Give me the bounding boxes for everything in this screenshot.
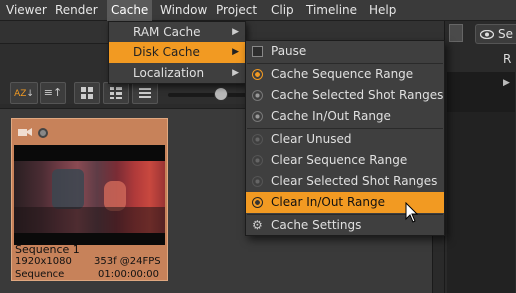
menu-help[interactable]: Help	[365, 0, 400, 21]
view-grid-button[interactable]	[74, 82, 100, 104]
menu-item-label: Pause	[271, 44, 307, 58]
menu-item-clear-unused[interactable]: Clear Unused	[246, 129, 444, 150]
clear-icon	[252, 197, 263, 208]
menu-item-label: RAM Cache	[133, 25, 201, 39]
menu-clip[interactable]: Clip	[267, 0, 298, 21]
menu-item-label: Cache Selected Shot Ranges	[271, 88, 444, 102]
right-panel: Se R ▶	[444, 21, 516, 293]
menu-item-localization[interactable]: Localization ▶	[109, 63, 245, 84]
sort-list-icon: ≡↑	[43, 86, 63, 99]
grid-icon	[81, 87, 93, 99]
panel-body	[447, 112, 515, 293]
checkbox-icon[interactable]	[252, 46, 263, 57]
submenu-arrow-icon: ▶	[232, 27, 239, 37]
gear-icon: ⚙	[252, 218, 263, 232]
clip-frames-fps: 353f @24FPS	[94, 256, 161, 267]
slider-knob[interactable]	[214, 87, 228, 101]
menu-viewer[interactable]: Viewer	[2, 0, 51, 21]
clip-item[interactable]: Sequence 1 1920x1080 353f @24FPS Sequenc…	[11, 118, 168, 281]
eye-icon	[480, 30, 494, 39]
detail-list-icon	[110, 87, 122, 99]
menu-cache[interactable]: Cache	[107, 0, 153, 21]
menu-item-cache-sequence-range[interactable]: Cache Sequence Range	[246, 64, 444, 85]
menu-item-label: Clear Unused	[271, 132, 352, 146]
menu-timeline[interactable]: Timeline	[302, 0, 361, 21]
menu-item-pause[interactable]: Pause	[246, 41, 444, 62]
clear-icon	[252, 155, 263, 166]
menu-bar: Viewer Render Cache Window Project Clip …	[0, 0, 516, 21]
cache-menu: RAM Cache ▶ Disk Cache ▶ Localization ▶	[108, 21, 246, 84]
thumbnail-size-slider[interactable]	[168, 93, 248, 97]
view-list-button[interactable]	[132, 82, 158, 104]
menu-item-label: Localization	[133, 66, 205, 80]
menu-item-ram-cache[interactable]: RAM Cache ▶	[109, 22, 245, 43]
cache-icon	[252, 90, 263, 101]
cache-active-icon	[252, 69, 263, 80]
sort-order-button[interactable]: ≡↑	[40, 82, 66, 104]
clip-thumbnail	[14, 161, 165, 233]
tab-sequence[interactable]: Se	[475, 24, 516, 44]
sort-az-button[interactable]: AZ↓	[10, 82, 38, 104]
menu-project[interactable]: Project	[212, 0, 261, 21]
menu-item-cache-selected-shot-ranges[interactable]: Cache Selected Shot Ranges	[246, 85, 444, 106]
clip-timecode: 01:00:00:00	[98, 269, 160, 280]
menu-item-label: Disk Cache	[133, 45, 200, 59]
menu-item-disk-cache[interactable]: Disk Cache ▶	[109, 42, 245, 63]
video-icon	[18, 128, 32, 136]
menu-item-label: Cache Settings	[271, 218, 362, 232]
menu-item-label: Clear Selected Shot Ranges	[271, 174, 438, 188]
clear-icon	[252, 176, 263, 187]
menu-window[interactable]: Window	[156, 0, 211, 21]
list-icon	[139, 88, 151, 98]
menu-item-label: Cache In/Out Range	[271, 109, 391, 123]
menu-item-label: Clear Sequence Range	[271, 153, 408, 167]
triangle-right-icon: ▶	[503, 78, 510, 88]
menu-item-clear-sequence-range[interactable]: Clear Sequence Range	[246, 150, 444, 171]
mouse-cursor-icon	[405, 202, 419, 223]
menu-item-label: Clear In/Out Range	[271, 195, 385, 209]
tab-label: Se	[498, 27, 513, 41]
panel-letter: R	[503, 52, 512, 66]
clip-type: Sequence	[15, 269, 65, 280]
submenu-arrow-icon: ▶	[232, 68, 239, 78]
sort-arrow-icon: ↓	[26, 89, 34, 99]
cache-icon	[252, 111, 263, 122]
submenu-arrow-icon: ▶	[232, 47, 239, 57]
menu-item-label: Cache Sequence Range	[271, 67, 414, 81]
clear-icon	[252, 134, 263, 145]
view-detail-button[interactable]	[103, 82, 129, 104]
panel-float-button[interactable]	[449, 24, 463, 42]
clip-name: Sequence 1	[15, 243, 80, 256]
clip-resolution: 1920x1080	[15, 256, 72, 267]
cache-status-icon	[38, 128, 48, 138]
menu-render[interactable]: Render	[51, 0, 102, 21]
menu-item-clear-selected-shot-ranges[interactable]: Clear Selected Shot Ranges	[246, 171, 444, 192]
menu-item-cache-in-out-range[interactable]: Cache In/Out Range	[246, 106, 444, 127]
